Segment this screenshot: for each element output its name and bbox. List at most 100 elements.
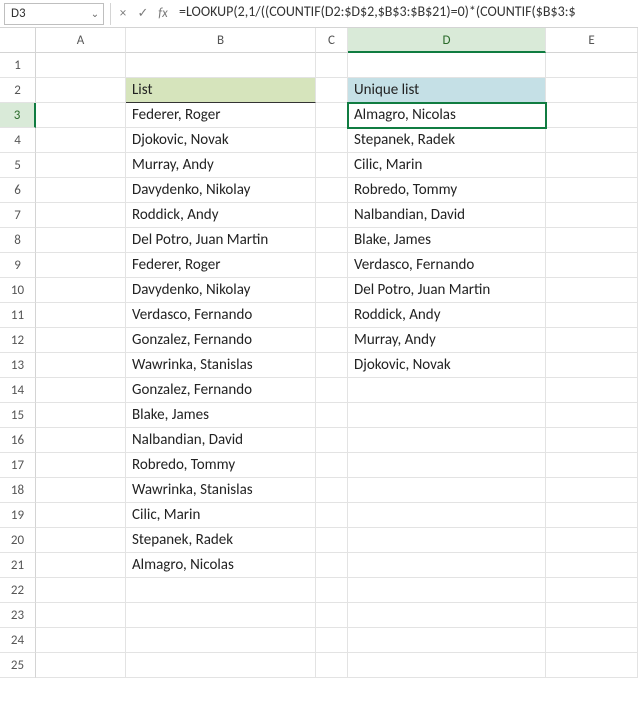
list-item[interactable]: Verdasco, Fernando (126, 303, 316, 328)
chevron-down-icon[interactable]: ⌄ (87, 7, 103, 20)
cell-E25[interactable] (546, 653, 638, 678)
cell-C3[interactable] (316, 103, 348, 128)
cell-A2[interactable] (36, 78, 126, 103)
list-item[interactable]: Federer, Roger (126, 103, 316, 128)
cell-A24[interactable] (36, 628, 126, 653)
list-item[interactable]: Del Potro, Juan Martin (126, 228, 316, 253)
list-item[interactable]: Murray, Andy (126, 153, 316, 178)
formula-input[interactable]: =LOOKUP(2,1/((COUNTIF(D2:$D$2,$B$3:$B$21… (173, 3, 638, 25)
unique-item[interactable]: Djokovic, Novak (348, 353, 546, 378)
cell-C10[interactable] (316, 278, 348, 303)
cell-A11[interactable] (36, 303, 126, 328)
cell-E15[interactable] (546, 403, 638, 428)
unique-item[interactable]: Blake, James (348, 228, 546, 253)
cell-E24[interactable] (546, 628, 638, 653)
cell-D25[interactable] (348, 653, 546, 678)
list-item[interactable]: Stepanek, Radek (126, 528, 316, 553)
row-header-3[interactable]: 3 (0, 103, 36, 128)
cell-D19[interactable] (348, 503, 546, 528)
unique-header[interactable]: Unique list (348, 78, 546, 103)
column-header-B[interactable]: B (126, 28, 316, 53)
unique-item[interactable]: Stepanek, Radek (348, 128, 546, 153)
cell-A21[interactable] (36, 553, 126, 578)
list-item[interactable]: Almagro, Nicolas (126, 553, 316, 578)
cell-E19[interactable] (546, 503, 638, 528)
unique-item[interactable]: Verdasco, Fernando (348, 253, 546, 278)
cell-E1[interactable] (546, 53, 638, 78)
list-item[interactable]: Robredo, Tommy (126, 453, 316, 478)
confirm-icon[interactable]: ✓ (133, 3, 153, 25)
fx-icon[interactable]: fx (153, 3, 173, 25)
unique-item[interactable]: Nalbandian, David (348, 203, 546, 228)
list-item[interactable]: Wawrinka, Stanislas (126, 478, 316, 503)
row-header-25[interactable]: 25 (0, 653, 36, 678)
cell-C20[interactable] (316, 528, 348, 553)
cell-A17[interactable] (36, 453, 126, 478)
row-header-4[interactable]: 4 (0, 128, 36, 153)
list-item[interactable]: Gonzalez, Fernando (126, 328, 316, 353)
cell-C17[interactable] (316, 453, 348, 478)
cell-C15[interactable] (316, 403, 348, 428)
cell-D16[interactable] (348, 428, 546, 453)
cell-A18[interactable] (36, 478, 126, 503)
list-item[interactable]: Davydenko, Nikolay (126, 278, 316, 303)
cell-A1[interactable] (36, 53, 126, 78)
cell-A22[interactable] (36, 578, 126, 603)
list-item[interactable]: Blake, James (126, 403, 316, 428)
cell-C7[interactable] (316, 203, 348, 228)
row-header-15[interactable]: 15 (0, 403, 36, 428)
cell-A15[interactable] (36, 403, 126, 428)
column-header-A[interactable]: A (36, 28, 126, 53)
row-header-9[interactable]: 9 (0, 253, 36, 278)
cell-A14[interactable] (36, 378, 126, 403)
cell-C2[interactable] (316, 78, 348, 103)
row-header-14[interactable]: 14 (0, 378, 36, 403)
cell-E9[interactable] (546, 253, 638, 278)
cell-C14[interactable] (316, 378, 348, 403)
unique-item[interactable]: Roddick, Andy (348, 303, 546, 328)
cell-A6[interactable] (36, 178, 126, 203)
cell-A4[interactable] (36, 128, 126, 153)
cell-C11[interactable] (316, 303, 348, 328)
row-header-13[interactable]: 13 (0, 353, 36, 378)
row-header-5[interactable]: 5 (0, 153, 36, 178)
column-header-E[interactable]: E (546, 28, 638, 53)
column-header-D[interactable]: D (348, 28, 546, 53)
select-all-corner[interactable] (0, 28, 36, 53)
cell-E5[interactable] (546, 153, 638, 178)
unique-item[interactable]: Robredo, Tommy (348, 178, 546, 203)
cell-C25[interactable] (316, 653, 348, 678)
row-header-23[interactable]: 23 (0, 603, 36, 628)
row-header-6[interactable]: 6 (0, 178, 36, 203)
cell-C4[interactable] (316, 128, 348, 153)
cell-A12[interactable] (36, 328, 126, 353)
cell-C9[interactable] (316, 253, 348, 278)
list-item[interactable]: Davydenko, Nikolay (126, 178, 316, 203)
list-item[interactable]: Cilic, Marin (126, 503, 316, 528)
cell-C8[interactable] (316, 228, 348, 253)
row-header-2[interactable]: 2 (0, 78, 36, 103)
row-header-1[interactable]: 1 (0, 53, 36, 78)
list-header[interactable]: List (126, 78, 316, 103)
cell-E11[interactable] (546, 303, 638, 328)
cell-A13[interactable] (36, 353, 126, 378)
cell-D20[interactable] (348, 528, 546, 553)
cell-A16[interactable] (36, 428, 126, 453)
name-box[interactable]: D3 ⌄ (4, 3, 104, 25)
row-header-21[interactable]: 21 (0, 553, 36, 578)
cell-B25[interactable] (126, 653, 316, 678)
cell-C18[interactable] (316, 478, 348, 503)
unique-item[interactable]: Murray, Andy (348, 328, 546, 353)
cell-E22[interactable] (546, 578, 638, 603)
row-header-20[interactable]: 20 (0, 528, 36, 553)
cell-E13[interactable] (546, 353, 638, 378)
unique-item[interactable]: Almagro, Nicolas (348, 103, 546, 128)
list-item[interactable]: Federer, Roger (126, 253, 316, 278)
row-header-22[interactable]: 22 (0, 578, 36, 603)
cell-C16[interactable] (316, 428, 348, 453)
cell-E6[interactable] (546, 178, 638, 203)
row-header-17[interactable]: 17 (0, 453, 36, 478)
list-item[interactable]: Djokovic, Novak (126, 128, 316, 153)
row-header-24[interactable]: 24 (0, 628, 36, 653)
cell-C22[interactable] (316, 578, 348, 603)
